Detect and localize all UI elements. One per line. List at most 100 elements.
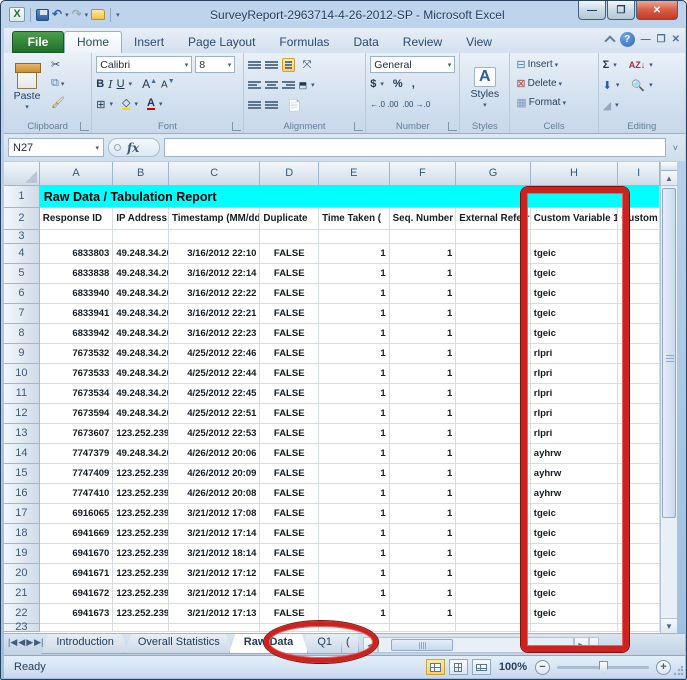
column-header-F[interactable]: F [390,162,457,186]
restore-button[interactable]: ❐ [607,1,635,20]
data-cell[interactable] [456,584,531,604]
orientation-icon[interactable]: ⤧ [303,59,312,72]
styles-button[interactable]: A Styles▾ [464,56,505,119]
data-cell[interactable] [618,584,660,604]
data-cell[interactable]: 123.252.239.: [113,524,169,544]
data-cell[interactable]: 7673607 [40,424,114,444]
align-center-icon[interactable] [265,80,278,91]
increase-decimal-icon[interactable]: ←.0 .00 [370,100,398,109]
data-cell[interactable]: 3/21/2012 17:14 [169,524,260,544]
data-cell[interactable]: ayhrw [531,464,618,484]
data-cell[interactable]: 3/16/2012 22:14 [169,264,260,284]
clear-icon[interactable]: ◢ [603,99,611,112]
data-cell[interactable]: FALSE [260,284,319,304]
formula-input[interactable] [164,138,666,157]
data-cell[interactable] [456,364,531,384]
font-name-select[interactable]: Calibri▾ [96,56,192,73]
data-cell[interactable]: 1 [390,304,457,324]
column-header-H[interactable]: H [531,162,618,186]
data-cell[interactable] [618,484,660,504]
insert-cells-button[interactable]: ⊟Insert▾ [514,56,593,73]
data-cell[interactable]: 1 [390,524,457,544]
row-header-8[interactable]: 8 [4,324,40,344]
zoom-slider[interactable] [557,666,649,669]
header-cell[interactable]: Custom Variable 1 [531,208,618,230]
tab-formulas[interactable]: Formulas [267,32,341,53]
align-left-icon[interactable] [248,80,261,91]
tab-insert[interactable]: Insert [122,32,176,53]
row-header-12[interactable]: 12 [4,404,40,424]
data-cell[interactable] [456,524,531,544]
page-layout-view-button[interactable] [449,659,468,675]
header-cell[interactable]: Custom Va [618,208,660,230]
data-cell[interactable]: tgeic [531,564,618,584]
redo-icon[interactable]: ↷ [72,7,82,22]
data-cell[interactable]: 6833838 [40,264,114,284]
data-cell[interactable]: 1 [319,344,390,364]
save-icon[interactable] [36,9,49,21]
empty-cell[interactable] [618,230,660,244]
data-cell[interactable]: tgeic [531,324,618,344]
row-header-2[interactable]: 2 [4,208,40,230]
data-cell[interactable]: 3/21/2012 17:14 [169,584,260,604]
data-cell[interactable]: 1 [319,444,390,464]
vertical-scrollbar[interactable]: ▲ ▼ [660,162,677,633]
data-cell[interactable]: 123.252.239.: [113,504,169,524]
data-cell[interactable]: 1 [319,404,390,424]
data-cell[interactable]: 123.252.239.: [113,544,169,564]
undo-icon[interactable]: ↶ [52,7,62,22]
data-cell[interactable]: 1 [390,244,457,264]
collapse-ribbon-icon[interactable] [604,35,615,46]
hscroll-left-icon[interactable]: ◀ [363,637,378,653]
data-cell[interactable]: 1 [319,584,390,604]
data-cell[interactable]: 4/26/2012 20:08 [169,484,260,504]
data-cell[interactable]: 3/16/2012 22:23 [169,324,260,344]
data-cell[interactable]: 6941671 [40,564,114,584]
data-cell[interactable]: 6833940 [40,284,114,304]
tab-data[interactable]: Data [341,32,390,53]
data-cell[interactable]: 1 [319,364,390,384]
data-cell[interactable]: 6941670 [40,544,114,564]
data-cell[interactable]: 4/25/2012 22:44 [169,364,260,384]
data-cell[interactable]: 123.252.239.: [113,484,169,504]
data-cell[interactable]: FALSE [260,484,319,504]
data-cell[interactable]: 1 [390,584,457,604]
row-header-16[interactable]: 16 [4,484,40,504]
first-sheet-icon[interactable]: |◀ [8,637,17,648]
data-cell[interactable]: rlpri [531,404,618,424]
vertical-scroll-thumb[interactable] [662,188,676,518]
empty-cell[interactable] [260,230,319,244]
row-header-13[interactable]: 13 [4,424,40,444]
column-header-B[interactable]: B [113,162,169,186]
number-format-select[interactable]: General▾ [370,56,455,73]
data-cell[interactable]: 49.248.34.20: [113,284,169,304]
percent-icon[interactable]: % [393,78,403,90]
data-cell[interactable]: 1 [319,284,390,304]
close-button[interactable]: ✕ [636,1,678,20]
data-cell[interactable]: tgeic [531,524,618,544]
data-cell[interactable]: 1 [390,384,457,404]
select-all-corner[interactable] [4,162,40,186]
data-cell[interactable] [618,504,660,524]
data-cell[interactable]: FALSE [260,564,319,584]
data-cell[interactable]: FALSE [260,344,319,364]
row-header-5[interactable]: 5 [4,264,40,284]
row-header-4[interactable]: 4 [4,244,40,264]
data-cell[interactable]: rlpri [531,344,618,364]
data-cell[interactable]: rlpri [531,424,618,444]
data-cell[interactable]: 4/25/2012 22:45 [169,384,260,404]
data-cell[interactable]: 49.248.34.20: [113,404,169,424]
help-icon[interactable]: ? [620,32,635,47]
data-cell[interactable]: 6916065 [40,504,114,524]
prev-sheet-icon[interactable]: ◀ [18,637,25,648]
data-cell[interactable]: FALSE [260,304,319,324]
data-cell[interactable]: 49.248.34.20: [113,244,169,264]
row-header-1[interactable]: 1 [4,186,40,208]
page-break-view-button[interactable] [472,659,491,675]
data-cell[interactable]: 3/21/2012 17:13 [169,604,260,624]
data-cell[interactable]: 1 [319,304,390,324]
data-cell[interactable]: FALSE [260,464,319,484]
data-cell[interactable] [456,324,531,344]
data-cell[interactable]: FALSE [260,604,319,624]
shrink-font-button[interactable]: A▼ [161,78,175,90]
